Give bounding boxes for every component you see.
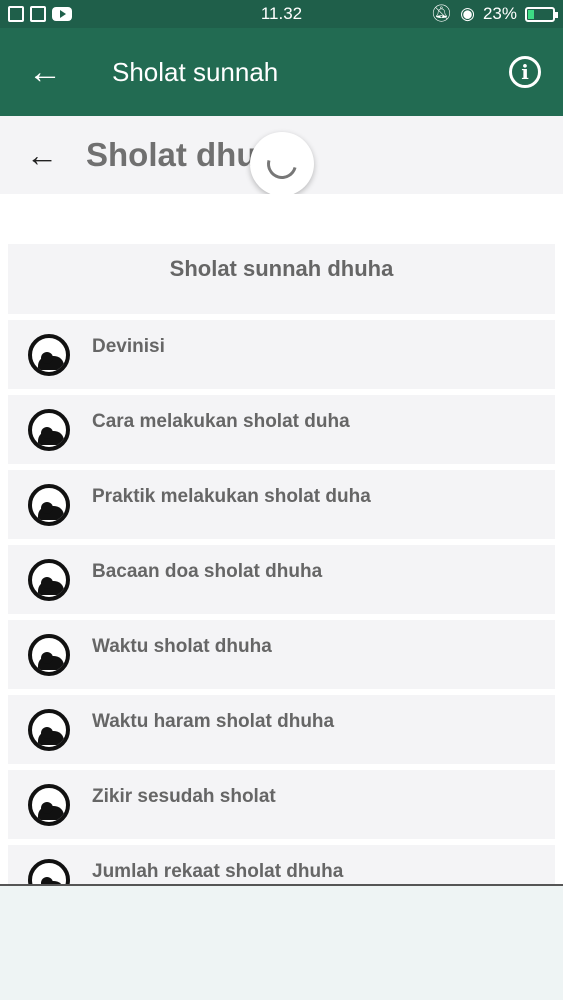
loading-spinner <box>250 132 314 196</box>
list-item-label: Cara melakukan sholat duha <box>92 411 350 432</box>
list-item[interactable]: Zikir sesudah sholat <box>8 770 555 839</box>
prayer-icon <box>28 859 70 884</box>
app-bar: ← Sholat sunnah i <box>0 28 563 116</box>
list-item[interactable]: Devinisi <box>8 320 555 389</box>
mute-bell-icon: 🔕︎ <box>430 4 453 23</box>
prayer-icon <box>28 334 70 376</box>
status-bar: 11.32 🔕︎ ◉ 23% <box>0 0 563 28</box>
notification-x-icon <box>8 6 24 22</box>
list-item[interactable]: Waktu haram sholat dhuha <box>8 695 555 764</box>
youtube-icon <box>52 7 72 21</box>
prayer-icon <box>28 634 70 676</box>
sim-icon <box>30 6 46 22</box>
list-item[interactable]: Waktu sholat dhuha <box>8 620 555 689</box>
list-item[interactable]: Bacaan doa sholat dhuha <box>8 545 555 614</box>
list-item[interactable]: Praktik melakukan sholat duha <box>8 470 555 539</box>
arrow-back-icon[interactable]: ← <box>28 55 68 89</box>
battery-percent: 23% <box>482 4 517 23</box>
list-item-label: Devinisi <box>92 336 165 357</box>
info-icon[interactable]: i <box>509 56 541 88</box>
content-area: Sholat sunnah dhuha Devinisi Cara melakuk… <box>0 194 563 884</box>
prayer-icon <box>28 784 70 826</box>
prayer-icon <box>28 709 70 751</box>
arrow-back-icon[interactable]: ← <box>26 137 66 174</box>
bottom-area <box>0 884 563 1000</box>
prayer-icon <box>28 409 70 451</box>
prayer-icon <box>28 484 70 526</box>
battery-fill <box>528 9 534 19</box>
list-item-label: Waktu haram sholat dhuha <box>92 711 335 732</box>
list-item-label: Zikir sesudah sholat <box>92 786 276 807</box>
eye-icon: ◉ <box>460 4 475 23</box>
list-item[interactable]: Cara melakukan sholat duha <box>8 395 555 464</box>
topic-list: Devinisi Cara melakukan sholat duha Prakti… <box>8 320 555 884</box>
page-title: Sholat dhuha <box>86 136 262 173</box>
list-item-label: Jumlah rekaat sholat dhuha <box>92 861 344 882</box>
app-title: Sholat sunnah <box>112 56 279 87</box>
list-item-label: Waktu sholat dhuha <box>92 636 272 657</box>
spinner-ring-icon <box>261 143 303 185</box>
list-item-label: Praktik melakukan sholat duha <box>92 486 371 507</box>
battery-charging-icon <box>525 6 558 22</box>
section-title: Sholat sunnah dhuha <box>8 244 555 314</box>
prayer-icon <box>28 559 70 601</box>
list-item[interactable]: Jumlah rekaat sholat dhuha <box>8 845 555 884</box>
list-item-label: Bacaan doa sholat dhuha <box>92 561 323 582</box>
